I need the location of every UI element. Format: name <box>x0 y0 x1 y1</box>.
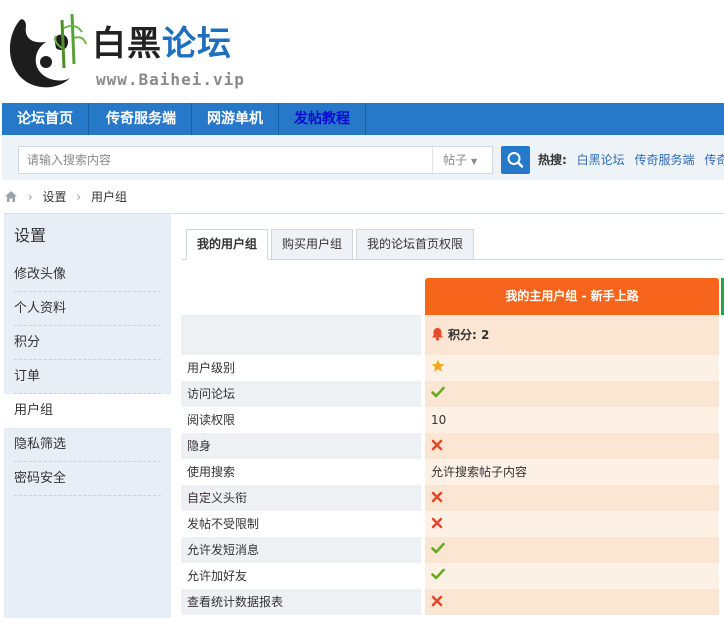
search-icon <box>507 152 524 168</box>
sidebar-item-privacy[interactable]: 隐私筛选 <box>4 428 171 462</box>
permission-row: 隐身 <box>181 433 724 459</box>
permission-value <box>425 537 719 563</box>
permission-label: 访问论坛 <box>181 381 421 407</box>
permission-row: 自定义头衔 <box>181 485 724 511</box>
sidebar-item-usergroup[interactable]: 用户组 <box>4 394 172 428</box>
breadcrumb-separator: › <box>27 190 33 204</box>
hot-search-label: 热搜: <box>538 153 567 167</box>
sidebar-item-avatar[interactable]: 修改头像 <box>4 258 171 292</box>
nav-item-home[interactable]: 论坛首页 <box>2 103 89 135</box>
points-value-cell: 积分: 2 <box>425 315 719 355</box>
search-button[interactable] <box>501 146 530 174</box>
tab-forum-home-permissions[interactable]: 我的论坛首页权限 <box>356 229 475 260</box>
permission-value <box>425 511 719 537</box>
permission-row: 发帖不受限制 <box>181 511 724 537</box>
permission-label: 允许发短消息 <box>181 537 421 563</box>
permission-value: 10 <box>425 407 719 433</box>
hot-searches: 热搜: 白黑论坛 传奇服务端 传奇 <box>538 146 724 174</box>
check-icon <box>431 382 445 408</box>
points-label-cell <box>181 315 421 355</box>
settings-sidebar: 设置 修改头像 个人资料 积分 订单 用户组 隐私筛选 密码安全 <box>4 213 172 618</box>
search-type-select[interactable]: 帖子 ▼ <box>432 147 492 173</box>
permission-value <box>425 355 719 381</box>
breadcrumb: › 设置 › 用户组 <box>4 188 127 206</box>
search-input[interactable] <box>19 147 432 173</box>
points-row: 积分: 2 <box>181 315 724 355</box>
permission-row: 允许加好友 <box>181 563 724 589</box>
nav-item-legend-server[interactable]: 传奇服务端 <box>91 103 192 135</box>
breadcrumb-usergroup: 用户组 <box>90 190 127 204</box>
cross-icon <box>431 434 443 460</box>
permissions-table: 积分: 2 用户级别访问论坛阅读权限 10 隐身使用搜索 允许搜索帖子内容 自定义头衔发… <box>181 315 724 615</box>
search-box: 帖子▼ <box>18 146 493 174</box>
permission-label: 隐身 <box>181 433 421 459</box>
points-value: 积分: 2 <box>448 328 490 342</box>
hot-link-baihei[interactable]: 白黑论坛 <box>577 153 625 167</box>
nav-item-tutorial[interactable]: 发帖教程 <box>279 103 366 135</box>
tab-my-usergroup[interactable]: 我的用户组 <box>186 229 269 260</box>
cross-icon <box>431 590 443 616</box>
permission-value: 允许搜索帖子内容 <box>425 459 719 485</box>
permission-value <box>425 485 719 511</box>
chevron-down-icon: ▼ <box>471 157 478 166</box>
tab-buy-usergroup[interactable]: 购买用户组 <box>271 229 354 260</box>
sidebar-item-points[interactable]: 积分 <box>4 326 171 360</box>
sidebar-title: 设置 <box>14 226 47 245</box>
permission-row: 使用搜索 允许搜索帖子内容 <box>181 459 724 485</box>
main-group-header: 我的主用户组 - 新手上路 <box>425 278 719 315</box>
logo-title: 白黑论坛 <box>92 24 232 64</box>
cross-icon <box>431 512 443 538</box>
permission-row: 访问论坛 <box>181 381 724 407</box>
breadcrumb-settings[interactable]: 设置 <box>42 190 66 204</box>
sidebar-item-password[interactable]: 密码安全 <box>4 462 171 496</box>
logo-url: www.Baihei.vip <box>96 70 245 89</box>
permission-label: 用户级别 <box>187 361 236 375</box>
bell-icon <box>432 328 443 341</box>
permission-label: 发帖不受限制 <box>187 517 260 531</box>
check-icon <box>431 564 445 590</box>
permission-row: 允许发短消息 <box>181 537 724 563</box>
nav-item-single-game[interactable]: 网游单机 <box>192 103 279 135</box>
permission-row: 用户级别 <box>181 355 724 381</box>
permission-value <box>425 563 719 589</box>
permission-label: 使用搜索 <box>187 465 236 479</box>
permission-value <box>425 381 719 407</box>
site-logo[interactable]: 白黑论坛 www.Baihei.vip <box>0 0 260 100</box>
breadcrumb-separator: › <box>76 190 82 204</box>
permission-row: 阅读权限 10 <box>181 407 724 433</box>
sidebar-item-profile[interactable]: 个人资料 <box>4 292 171 326</box>
panda-logo-icon <box>9 13 87 88</box>
permission-label: 自定义头衔 <box>181 485 421 511</box>
star-icon <box>431 356 445 382</box>
permission-row: 查看统计数据报表 <box>181 589 724 615</box>
home-icon[interactable] <box>4 190 18 208</box>
hot-link-legend[interactable]: 传奇 <box>704 153 724 167</box>
hot-link-legend-server[interactable]: 传奇服务端 <box>634 153 694 167</box>
main-content: 我的用户组 购买用户组 我的论坛首页权限 我的主用户组 - 新手上路 积分: 2… <box>172 213 724 618</box>
search-type-label: 帖子 <box>443 153 468 167</box>
check-icon <box>431 538 445 564</box>
permission-label: 允许加好友 <box>187 569 248 583</box>
permission-label: 查看统计数据报表 <box>181 589 421 615</box>
search-bar: 帖子▼ 热搜: 白黑论坛 传奇服务端 传奇 <box>2 135 724 180</box>
permission-value <box>425 589 719 615</box>
cross-icon <box>431 486 443 512</box>
main-nav: 论坛首页 传奇服务端 网游单机 发帖教程 <box>2 103 724 135</box>
sidebar-item-orders[interactable]: 订单 <box>4 360 171 394</box>
permission-value <box>425 433 719 459</box>
permission-label: 阅读权限 <box>187 413 236 427</box>
